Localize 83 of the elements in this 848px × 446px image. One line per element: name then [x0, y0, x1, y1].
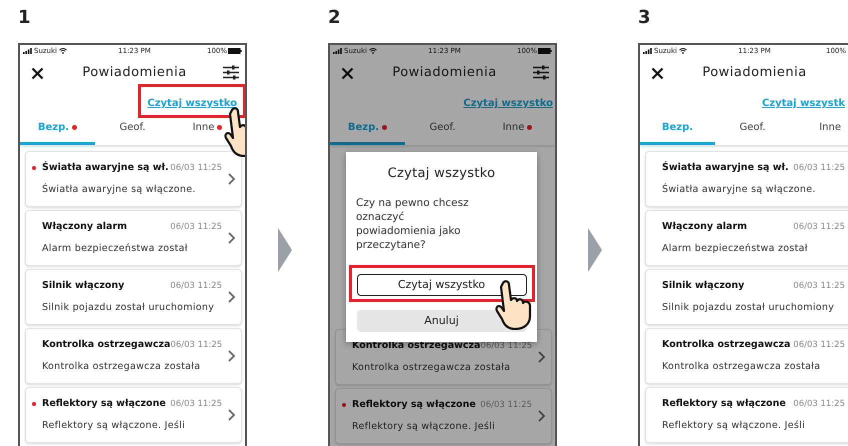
notification-time: 06/03 11:25 — [793, 280, 845, 293]
step-number: 1 — [18, 7, 31, 28]
notification-text: Alarm bezpieczeństwa został — [42, 242, 189, 256]
dialog-message: Czy na pewno chcesz oznaczyć powiadomienia jako przeczytane? — [356, 196, 470, 252]
tab[interactable]: Inne — [480, 113, 555, 145]
notification-text: Światła awaryjne są włączone. — [662, 182, 817, 196]
signal-icon — [643, 48, 652, 54]
notification-title: Silnik włączony — [662, 279, 744, 294]
wifi-icon — [679, 48, 687, 54]
step-number: 3 — [638, 7, 651, 28]
notification-card[interactable]: Silnik włączony 06/03 11:25 Silnik pojazdu został uruchomiony — [25, 269, 242, 325]
notification-card[interactable]: Kontrolka ostrzegawcza 06/03 11:25 Kontrolka ostrzegawcza została — [645, 328, 848, 384]
signal-icon — [333, 48, 342, 54]
wifi-icon — [369, 48, 377, 54]
notification-title: Kontrolka ostrzegawcza — [42, 338, 170, 352]
notification-card[interactable]: Reflektory są włączone 06/03 11:25 Reflektory są włączone. Jeśli — [25, 387, 242, 443]
notification-card[interactable]: Reflektory są włączone 06/03 11:25 Reflektory są włączone. Jeśli — [335, 388, 552, 444]
wifi-icon — [59, 48, 67, 54]
tab[interactable]: Inne — [790, 113, 847, 145]
notification-title: Reflektory są włączone — [42, 397, 166, 412]
notification-title: Włączony alarm — [42, 220, 128, 234]
screen-title: Powiadomienia — [702, 64, 807, 82]
notification-title: Włączony alarm — [662, 220, 748, 234]
notification-title: Światła awaryjne są wł. — [662, 161, 789, 176]
filter-icon[interactable] — [223, 65, 239, 80]
notification-text: Kontrolka ostrzegawcza została — [42, 360, 202, 374]
close-icon[interactable] — [651, 66, 664, 80]
battery-icon — [228, 48, 242, 54]
chevron-right-icon — [538, 410, 545, 422]
notification-title: Reflektory są włączone — [662, 397, 786, 412]
chevron-right-icon — [228, 232, 235, 244]
notification-time: 06/03 11:25 — [793, 339, 845, 352]
chevron-right-icon — [228, 409, 235, 421]
notification-text: Reflektory są włączone. Jeśli — [352, 420, 496, 434]
notification-time: 06/03 11:25 — [480, 340, 532, 353]
notification-time: 06/03 11:25 — [170, 339, 222, 352]
step-arrow-icon — [588, 228, 602, 272]
notification-time: 06/03 11:25 — [170, 221, 222, 234]
notification-text: Światła awaryjne są włączone. — [42, 182, 197, 196]
signal-icon — [23, 48, 32, 54]
tab[interactable]: Geof. — [95, 113, 170, 145]
notification-card[interactable]: Kontrolka ostrzegawcza06/03 11:25 Kontrolka ostrzegawcza została — [25, 328, 242, 384]
notification-time: 06/03 11:25 — [793, 162, 845, 175]
chevron-right-icon — [228, 350, 236, 362]
notification-time: 06/03 11:25 — [793, 221, 845, 234]
notification-title: Kontrolka ostrzegawcza — [352, 339, 480, 354]
step-arrow-icon — [278, 228, 292, 272]
filter-icon[interactable] — [533, 65, 549, 80]
notification-text: Silnik pojazdu został uruchomiony — [42, 300, 216, 314]
confirm-button[interactable]: Czytaj wszystko — [356, 274, 526, 296]
notification-title: Reflektory są włączone — [352, 398, 476, 412]
tab[interactable]: Geof. — [715, 113, 790, 145]
notification-time: 06/03 11:25 — [170, 398, 222, 411]
notification-text: Reflektory są włączone. Jeśli — [662, 418, 806, 432]
step-number: 2 — [328, 7, 341, 28]
notification-card[interactable]: Światła awaryjne są wł. 06/03 11:25 Światła awaryjne są włączone. — [25, 151, 242, 207]
chevron-right-icon — [228, 291, 235, 303]
screen-title: Powiadomienia — [82, 64, 187, 82]
notification-card[interactable]: Włączony alarm 06/03 11:25 Alarm bezpieczeństwa został — [645, 210, 848, 266]
notification-time: 06/03 11:25 — [170, 280, 222, 293]
chevron-right-icon — [228, 173, 235, 185]
notification-card[interactable]: Włączony alarm 06/03 11:25 Alarm bezpieczeństwa został — [25, 210, 242, 266]
notification-text: Silnik pojazdu został uruchomiony — [662, 300, 836, 314]
notification-card[interactable]: Światła awaryjne są wł. 06/03 11:25 Światła awaryjne są włączone. — [645, 151, 848, 207]
notification-text: Kontrolka ostrzegawcza została — [662, 360, 822, 374]
notification-text: Reflektory są włączone. Jeśli — [42, 418, 186, 432]
notification-time: 06/03 11:25 — [170, 162, 222, 175]
battery-icon — [538, 48, 552, 54]
notification-title: Kontrolka ostrzegawcza — [662, 338, 790, 352]
screen-title: Powiadomienia — [392, 64, 497, 82]
notification-text: Alarm bezpieczeństwa został — [662, 242, 809, 256]
close-icon[interactable] — [341, 66, 354, 80]
notification-title: Silnik włączony — [42, 279, 124, 294]
notification-text: Kontrolka ostrzegawcza została — [352, 360, 512, 374]
close-icon[interactable] — [31, 66, 44, 80]
notification-time: 06/03 11:25 — [793, 398, 845, 411]
notification-card[interactable]: Reflektory są włączone 06/03 11:25 Reflektory są włączone. Jeśli — [645, 387, 848, 443]
notification-title: Światła awaryjne są wł. — [42, 161, 169, 176]
chevron-right-icon — [538, 351, 546, 363]
tab[interactable]: Geof. — [405, 113, 480, 145]
notification-card[interactable]: Silnik włączony 06/03 11:25 Silnik pojazdu został uruchomiony — [645, 269, 848, 325]
notification-time: 06/03 11:25 — [480, 399, 532, 412]
dialog-title: Czytaj wszystko — [388, 165, 496, 183]
